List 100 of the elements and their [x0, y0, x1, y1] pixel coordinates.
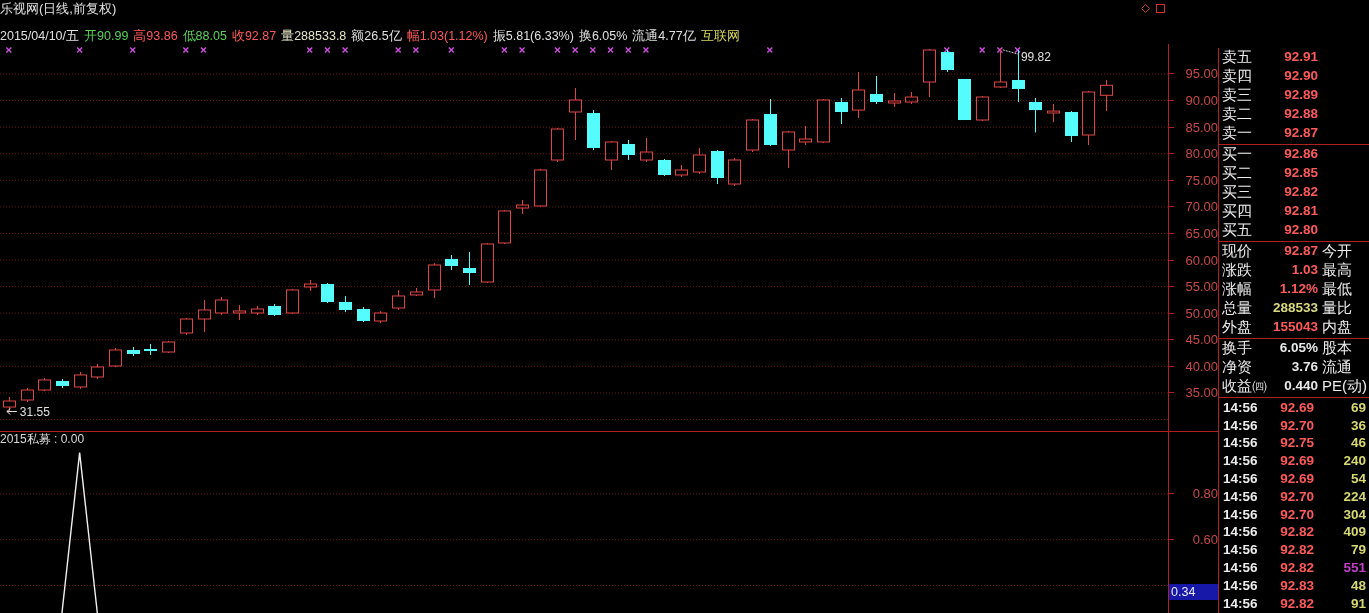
quote-value: 155043	[1272, 319, 1318, 335]
order-price: 92.81	[1284, 203, 1318, 219]
stat-text: 额26.5亿	[351, 28, 402, 44]
axis-label: 90.00	[1185, 93, 1218, 109]
tick-volume: 240	[1343, 453, 1366, 470]
stat-text: 量288533.8	[281, 28, 347, 44]
tick-volume: 224	[1343, 488, 1366, 505]
order-price: 92.82	[1284, 184, 1318, 200]
stat-text: 幅1.03(1.12%)	[406, 28, 488, 44]
quote-label: 量比	[1322, 299, 1352, 317]
order-label: 买五	[1222, 221, 1252, 239]
order-price: 92.90	[1284, 68, 1318, 84]
order-label: 卖四	[1222, 67, 1252, 85]
quote-value: 92.87	[1284, 243, 1318, 259]
quote-label: 换手	[1222, 339, 1252, 357]
low-price-label: 31.55	[19, 405, 50, 419]
axis-label: 85.00	[1185, 119, 1218, 135]
stat-text: 流通4.77亿	[632, 28, 696, 44]
quote-value: 1.03	[1291, 262, 1318, 278]
tick-volume: 54	[1350, 471, 1366, 488]
diamond-icon[interactable]	[1141, 4, 1150, 13]
order-price: 92.80	[1284, 222, 1318, 238]
quote-value: 0.440	[1284, 378, 1318, 394]
quote-label: 股本	[1322, 339, 1352, 357]
axis-label: 40.00	[1185, 358, 1218, 374]
tick-price: 92.70	[1279, 488, 1314, 505]
tick-time: 14:56	[1222, 560, 1259, 577]
tick-price: 92.70	[1279, 506, 1314, 523]
quote-label: 涨幅	[1222, 280, 1252, 298]
order-price: 92.89	[1284, 87, 1318, 103]
quote-label: 最高	[1322, 261, 1352, 279]
axis-label: 80.00	[1185, 146, 1218, 162]
tick-time: 14:56	[1222, 453, 1259, 470]
tick-time: 14:56	[1222, 524, 1259, 541]
order-label: 卖一	[1222, 124, 1252, 142]
stat-text: 2015/04/10/五	[0, 28, 80, 44]
tick-time: 14:56	[1222, 435, 1259, 452]
high-price-label: 99.82	[1020, 49, 1051, 64]
tick-volume: 69	[1350, 399, 1366, 416]
tick-price: 92.82	[1279, 542, 1314, 559]
axis-label: 60.00	[1185, 252, 1218, 268]
tick-time: 14:56	[1222, 506, 1259, 523]
tick-volume: 304	[1343, 506, 1366, 523]
axis-label: 75.00	[1185, 172, 1218, 188]
order-label: 买四	[1222, 202, 1252, 220]
quote-label: 最低	[1322, 280, 1352, 298]
tick-price: 92.82	[1279, 560, 1314, 577]
tick-price: 92.83	[1279, 577, 1314, 594]
axis-label: 70.00	[1185, 199, 1218, 215]
tick-price: 92.69	[1279, 399, 1314, 416]
quote-label: 总量	[1222, 299, 1252, 317]
quote-label: 今开	[1322, 242, 1352, 260]
axis-label: 35.00	[1185, 385, 1218, 401]
order-label: 卖二	[1222, 105, 1252, 123]
tick-volume: 91	[1350, 595, 1366, 612]
tick-volume: 551	[1343, 560, 1366, 577]
quote-value: 1.12%	[1279, 281, 1318, 297]
axis-label: 65.00	[1185, 225, 1218, 241]
leader-line	[1002, 49, 1020, 55]
tick-price: 92.70	[1279, 417, 1314, 434]
tick-price: 92.82	[1279, 524, 1314, 541]
quote-label: 涨跌	[1222, 261, 1252, 279]
order-label: 卖三	[1222, 86, 1252, 104]
order-price: 92.87	[1284, 125, 1318, 141]
tick-volume: 48	[1350, 577, 1366, 594]
tick-price: 92.69	[1279, 471, 1314, 488]
stat-text: 振5.81(6.33%)	[492, 28, 574, 44]
tick-time: 14:56	[1222, 399, 1259, 416]
order-label: 买二	[1222, 164, 1252, 182]
chart-title: 乐视网(日线,前复权)	[0, 0, 117, 17]
stat-text: 互联网	[700, 28, 740, 44]
stat-text: 换6.05%	[578, 28, 628, 44]
order-label: 买三	[1222, 183, 1252, 201]
quote-label: 外盘	[1222, 318, 1252, 336]
quote-label: 流通	[1322, 358, 1352, 376]
axis-label: 45.00	[1185, 332, 1218, 348]
square-icon[interactable]	[1156, 4, 1165, 13]
quote-label: PE(动)	[1322, 377, 1367, 395]
indicator-title: 2015私募 : 0.00	[0, 432, 85, 446]
order-label: 卖五	[1222, 48, 1252, 66]
left-arrow-icon	[6, 408, 18, 415]
axis-label: 55.00	[1185, 279, 1218, 295]
current-value-tag: 0.34	[1169, 583, 1218, 600]
tick-volume: 46	[1350, 435, 1366, 452]
tick-time: 14:56	[1222, 577, 1259, 594]
order-price: 92.86	[1284, 146, 1318, 162]
tick-time: 14:56	[1222, 542, 1259, 559]
stat-text: 高93.86	[133, 28, 178, 44]
axis-label: 95.00	[1185, 66, 1218, 82]
tick-time: 14:56	[1222, 471, 1259, 488]
tick-price: 92.75	[1279, 435, 1314, 452]
quote-value: 288533	[1272, 300, 1318, 316]
stat-text: 低88.05	[182, 28, 227, 44]
quote-label: 内盘	[1322, 318, 1352, 336]
tick-price: 92.82	[1279, 595, 1314, 612]
order-price: 92.85	[1284, 165, 1318, 181]
tick-volume: 36	[1350, 417, 1366, 434]
order-label: 买一	[1222, 145, 1252, 163]
axis-label: 50.00	[1185, 305, 1218, 321]
tick-price: 92.69	[1279, 453, 1314, 470]
